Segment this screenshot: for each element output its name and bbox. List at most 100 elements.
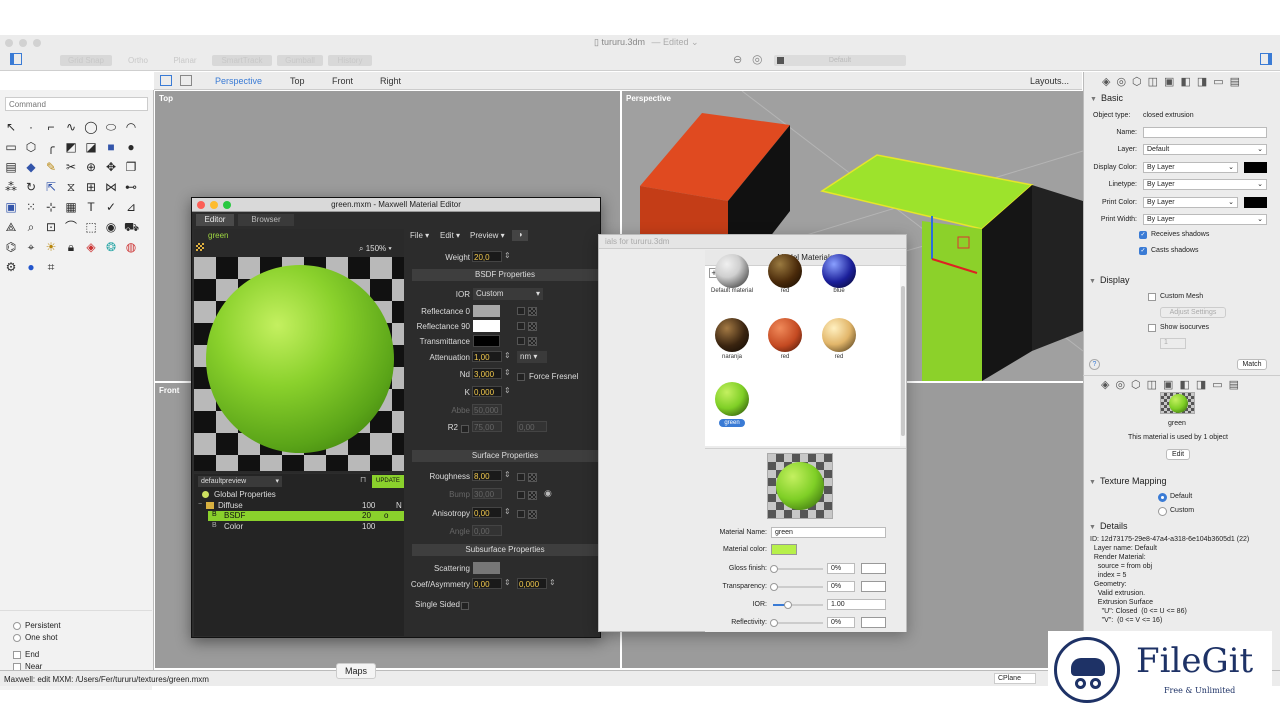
ior-dropdown[interactable]: Custom ▾ — [473, 288, 543, 300]
abbe-value[interactable]: 50,000 — [474, 406, 498, 415]
trim-tool-icon[interactable]: ⋈ — [104, 180, 118, 194]
k-stepper[interactable]: ⇕ — [504, 386, 511, 395]
zoom-window-button[interactable] — [33, 39, 41, 47]
solid-tool-icon[interactable]: ▣ — [4, 200, 18, 214]
ellipse-tool-icon[interactable]: ⬭ — [104, 120, 118, 134]
print-width-select[interactable]: By Layer ⌄ — [1143, 214, 1267, 225]
file-menu[interactable]: File ▾ — [410, 231, 429, 240]
lock-icon[interactable]: ⊓ — [360, 475, 366, 484]
render-tool-icon[interactable]: ◍ — [124, 240, 138, 254]
help-button[interactable]: ? — [1089, 359, 1100, 370]
linetype-select[interactable]: By Layer ⌄ — [1143, 179, 1267, 190]
show-isocurves-checkbox[interactable] — [1148, 324, 1156, 332]
lightbulb-tool-icon[interactable]: ☀ — [44, 240, 58, 254]
properties-tab-icons[interactable]: ◈◎⬡◫▣◧◨▭▤ — [1102, 75, 1246, 88]
bump-normal-icon[interactable]: ◉ — [544, 488, 552, 499]
group-tool-icon[interactable]: ⁂ — [4, 180, 18, 194]
planar-button[interactable]: Planar — [163, 55, 207, 66]
tab-right[interactable]: Right — [380, 76, 401, 86]
maps-button[interactable]: Maps — [336, 663, 376, 679]
cplane-dropdown[interactable]: CPlane — [994, 673, 1036, 684]
zoom-tool-icon[interactable]: ⌕ — [24, 220, 38, 234]
lock-tool-icon[interactable]: 🔒︎ — [64, 240, 78, 254]
gumball-button[interactable]: Gumball — [277, 55, 323, 66]
single-view-icon[interactable] — [180, 75, 192, 86]
object-name-input[interactable] — [1143, 127, 1267, 138]
join-tool-icon[interactable]: ⊷ — [124, 180, 138, 194]
split-tool-icon[interactable]: ✂ — [64, 160, 78, 174]
adjust-settings-button[interactable]: Adjust Settings — [1160, 307, 1226, 318]
check-tool-icon[interactable]: ✓ — [104, 200, 118, 214]
text-tool-icon[interactable]: T — [84, 200, 98, 214]
command-input[interactable] — [5, 97, 148, 111]
r2-value-1[interactable]: 75,00 — [474, 423, 494, 432]
reflectivity-slider[interactable] — [770, 619, 823, 627]
attenuation-unit-dropdown[interactable]: nm ▾ — [517, 351, 547, 363]
layer-dropdown[interactable]: Default — [774, 55, 906, 66]
fillet-tool-icon[interactable]: ╭ — [44, 140, 58, 154]
shield-tool-icon[interactable]: ◈ — [84, 240, 98, 254]
reflectivity-value[interactable]: 0% — [827, 617, 855, 628]
smarttrack-button[interactable]: SmartTrack — [212, 55, 272, 66]
point-tool-icon[interactable]: · — [24, 120, 38, 134]
transparency-color-swatch[interactable] — [861, 581, 886, 592]
tree-row-global[interactable]: Global Properties — [194, 490, 404, 500]
tab-front[interactable]: Front — [332, 76, 353, 86]
lasso-tool-icon[interactable]: ⌒ — [64, 220, 78, 234]
k-value[interactable]: 0,000 — [474, 388, 494, 397]
display-color-swatch[interactable] — [1244, 162, 1267, 173]
grid-tool-icon[interactable]: ⁙ — [24, 200, 38, 214]
preview-render[interactable] — [194, 257, 404, 471]
scale-tool-icon[interactable]: ⇱ — [44, 180, 58, 194]
gloss-finish-value[interactable]: 0% — [827, 563, 855, 574]
render-icon[interactable]: ◑ — [512, 230, 528, 241]
tab-perspective[interactable]: Perspective — [215, 76, 262, 86]
minimize-window-button[interactable] — [19, 39, 27, 47]
roughness-value[interactable]: 8,00 — [474, 472, 490, 481]
reflectance90-map-checkbox[interactable] — [517, 322, 525, 330]
bump-texture-icon[interactable] — [528, 491, 537, 500]
camera-tool-icon[interactable]: ◉ — [104, 220, 118, 234]
anisotropy-texture-icon[interactable] — [528, 510, 537, 519]
edit-menu[interactable]: Edit ▾ — [440, 231, 460, 240]
single-sided-checkbox[interactable] — [461, 602, 469, 610]
reflectance90-swatch[interactable] — [473, 320, 500, 332]
panel-toggle-icon[interactable] — [1260, 53, 1272, 65]
layouts-button[interactable]: Layouts... — [1030, 76, 1069, 86]
one-shot-radio[interactable] — [13, 634, 21, 642]
loft-tool-icon[interactable]: ◪ — [84, 140, 98, 154]
extrude-tool-icon[interactable]: ▤ — [4, 160, 18, 174]
asymmetry-stepper[interactable]: ⇕ — [549, 578, 556, 587]
weight-value[interactable]: 20,0 — [474, 253, 490, 262]
weight-stepper[interactable]: ⇕ — [504, 251, 511, 260]
reflectance90-texture-icon[interactable] — [528, 322, 537, 331]
asymmetry-value[interactable]: 0,000 — [519, 580, 539, 589]
ior-input[interactable]: 1.00 — [827, 599, 886, 610]
light-tool-icon[interactable]: ✎ — [44, 160, 58, 174]
gloss-color-swatch[interactable] — [861, 563, 886, 574]
mirror-tool-icon[interactable]: ⧖ — [64, 180, 78, 194]
history-button[interactable]: History — [328, 55, 372, 66]
box-tool-icon[interactable]: ■ — [104, 140, 118, 154]
gumball-tool-icon[interactable]: ⌗ — [44, 260, 58, 274]
reflectance0-texture-icon[interactable] — [528, 307, 537, 316]
zoom-dropdown[interactable]: ⌕ 150% ▾ — [359, 244, 392, 254]
material-naranja[interactable] — [715, 318, 749, 352]
r2-checkbox[interactable] — [461, 425, 469, 433]
tree-row-bsdf[interactable]: B BSDF 20 o — [208, 511, 404, 521]
mesh-edit-tool-icon[interactable]: ⌬ — [4, 240, 18, 254]
material-red-3[interactable] — [822, 318, 856, 352]
view-tool-icon[interactable]: ⬚ — [84, 220, 98, 234]
coef-stepper[interactable]: ⇕ — [504, 578, 511, 587]
persistent-radio[interactable] — [13, 622, 21, 630]
close-window-button[interactable] — [5, 39, 13, 47]
reflectance0-swatch[interactable] — [473, 305, 500, 317]
bump-value[interactable]: 30,00 — [474, 490, 494, 499]
update-button[interactable]: UPDATE — [372, 475, 404, 488]
move-tool-icon[interactable]: ✥ — [104, 160, 118, 174]
anisotropy-value[interactable]: 0,00 — [474, 509, 490, 518]
custom-mesh-checkbox[interactable] — [1148, 293, 1156, 301]
material-name-input[interactable]: green — [771, 527, 886, 538]
tab-top[interactable]: Top — [290, 76, 305, 86]
four-view-icon[interactable] — [160, 75, 172, 86]
